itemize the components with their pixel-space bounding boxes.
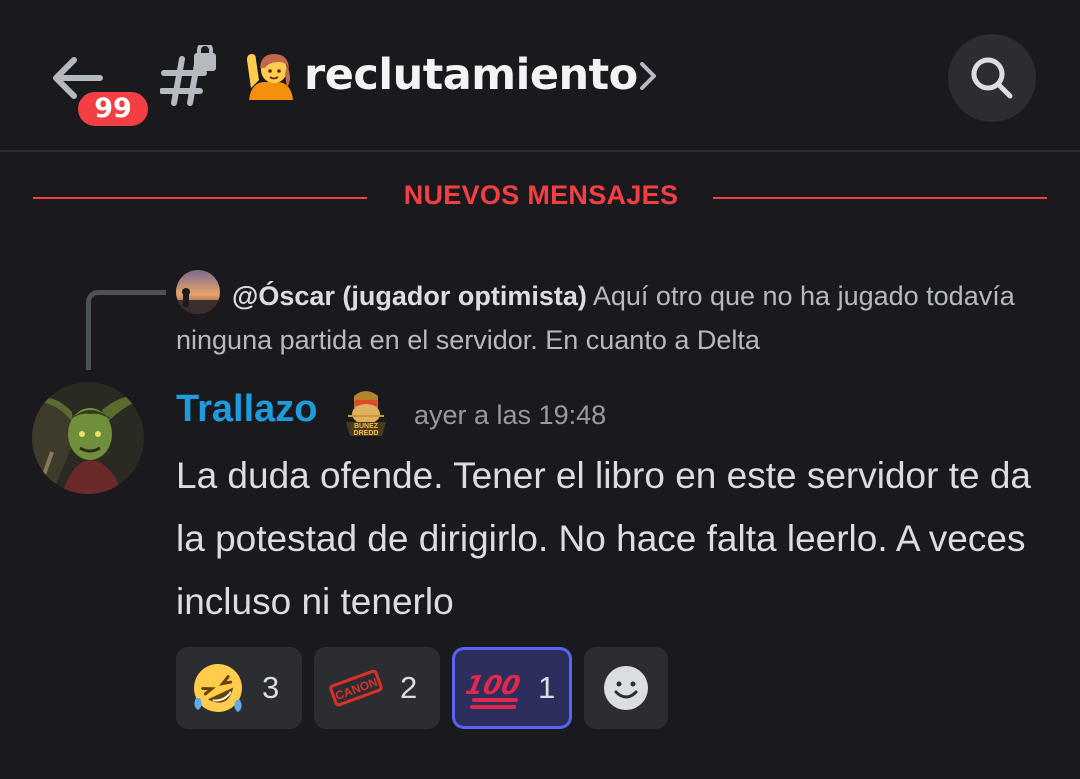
- add-reaction-button[interactable]: [584, 647, 668, 729]
- svg-text:100: 100: [466, 671, 522, 701]
- raising-hand-emoji-icon: [243, 48, 299, 104]
- reply-connector: [86, 290, 166, 370]
- divider-line-left: [33, 197, 367, 199]
- chevron-right-icon[interactable]: [636, 60, 660, 92]
- canon-stamp-emoji-icon: CANON: [329, 669, 383, 707]
- message-timestamp: ayer a las 19:48: [414, 400, 607, 430]
- divider-line-right: [713, 197, 1047, 199]
- svg-text:DREDD: DREDD: [354, 430, 379, 437]
- unread-badge: 99: [74, 88, 152, 130]
- message-author[interactable]: Trallazo: [176, 388, 318, 431]
- reaction-canon[interactable]: CANON 2: [314, 647, 440, 729]
- locked-hash-icon: [159, 42, 218, 107]
- avatar[interactable]: [32, 382, 144, 494]
- chat-screen: 99 reclutamiento NUEVOS MENSAJES @Óscar …: [0, 0, 1080, 779]
- reaction-count: 1: [538, 670, 556, 705]
- rofl-emoji-icon: [194, 664, 242, 712]
- reply-author[interactable]: @Óscar (jugador optimista): [232, 281, 587, 311]
- new-messages-divider: NUEVOS MENSAJES: [403, 180, 679, 210]
- add-reaction-smiley-icon: [604, 666, 648, 710]
- channel-name[interactable]: reclutamiento: [304, 50, 638, 100]
- hundred-points-emoji-icon: 100: [466, 671, 522, 709]
- reply-preview[interactable]: @Óscar (jugador optimista) Aquí otro que …: [176, 274, 1056, 362]
- search-icon: [971, 57, 1013, 99]
- channel-header: 99 reclutamiento: [0, 0, 1080, 152]
- reaction-hundred[interactable]: 100 1: [452, 647, 572, 729]
- reaction-rofl[interactable]: 3: [176, 647, 302, 729]
- svg-text:BUNEZ: BUNEZ: [354, 423, 379, 430]
- reaction-count: 2: [400, 670, 418, 705]
- message-body: La duda ofende. Tener el libro en este s…: [176, 455, 1032, 622]
- reaction-count: 3: [262, 670, 280, 705]
- bunez-dredd-role-icon: BUNEZ DREDD: [340, 386, 392, 438]
- search-button[interactable]: [948, 34, 1036, 122]
